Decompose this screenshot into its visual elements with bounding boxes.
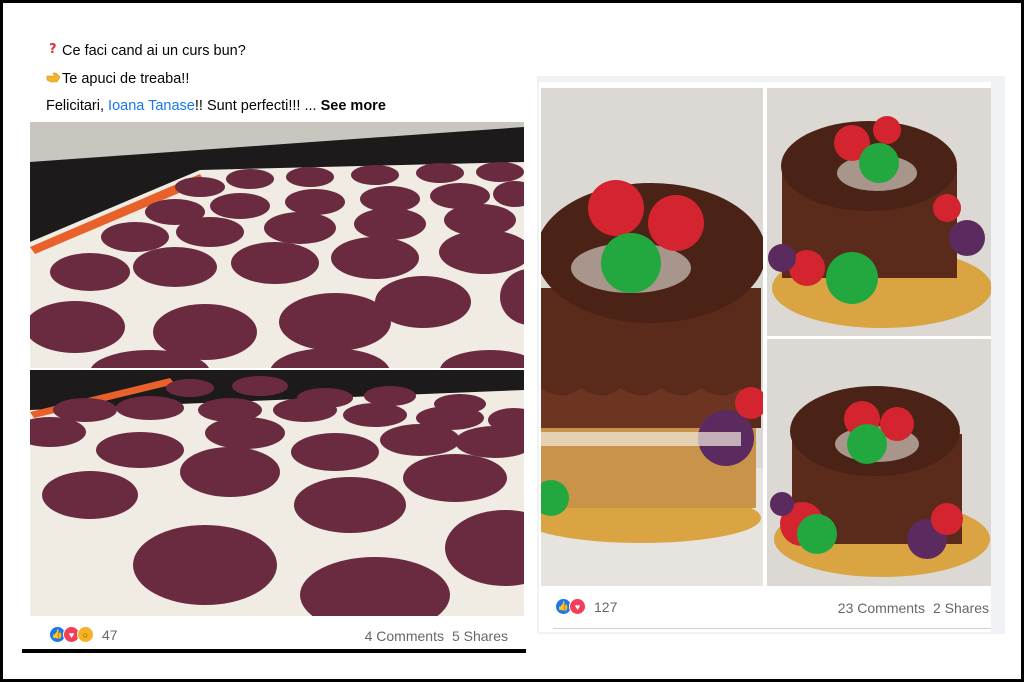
cake-photo-main[interactable]: [541, 88, 763, 586]
shares-link[interactable]: 5 Shares: [452, 628, 508, 644]
comments-link[interactable]: 4 Comments: [365, 628, 444, 644]
right-post-card: 👍 ♥ 127 23 Comments 2 Shares: [539, 82, 991, 632]
question-mark-icon: ?: [46, 38, 62, 66]
post-line-3: Felicitari, Ioana Tanase!! Sunt perfecti…: [46, 98, 386, 114]
reactions-summary-right[interactable]: 👍 ♥ 127: [555, 598, 617, 615]
left-post: ? Ce faci cand ai un curs bun? Te apuci d…: [22, 30, 526, 653]
svg-text:?: ?: [49, 42, 57, 55]
cake-photo-bottom-right[interactable]: [767, 339, 991, 586]
macaron-tray-photo-2[interactable]: [30, 370, 524, 616]
comments-link-right[interactable]: 23 Comments: [838, 600, 925, 616]
post-line-1: ? Ce faci cand ai un curs bun?: [46, 38, 516, 66]
see-more-link[interactable]: See more: [321, 98, 386, 114]
engagement-stats-right: 23 Comments 2 Shares: [838, 600, 989, 616]
footer-divider: [553, 628, 991, 629]
wow-icon: ○: [77, 626, 94, 643]
pointing-hand-icon: [46, 66, 62, 94]
engagement-stats: 4 Comments 5 Shares: [365, 628, 508, 644]
post-line-2: Te apuci de treaba!!: [46, 66, 516, 94]
cake-photo-top-right[interactable]: [767, 88, 991, 336]
reaction-count-right: 127: [594, 598, 618, 615]
macaron-tray-photo-1[interactable]: [30, 122, 524, 368]
love-icon: ♥: [569, 598, 586, 615]
reactions-summary[interactable]: 👍 ♥ ○ 47: [49, 626, 118, 643]
right-post: 👍 ♥ 127 23 Comments 2 Shares: [537, 76, 1005, 634]
shares-link-right[interactable]: 2 Shares: [933, 600, 989, 616]
reaction-count: 47: [102, 626, 118, 643]
mention-link[interactable]: Ioana Tanase: [108, 98, 195, 114]
post-text: ? Ce faci cand ai un curs bun? Te apuci d…: [46, 38, 516, 121]
